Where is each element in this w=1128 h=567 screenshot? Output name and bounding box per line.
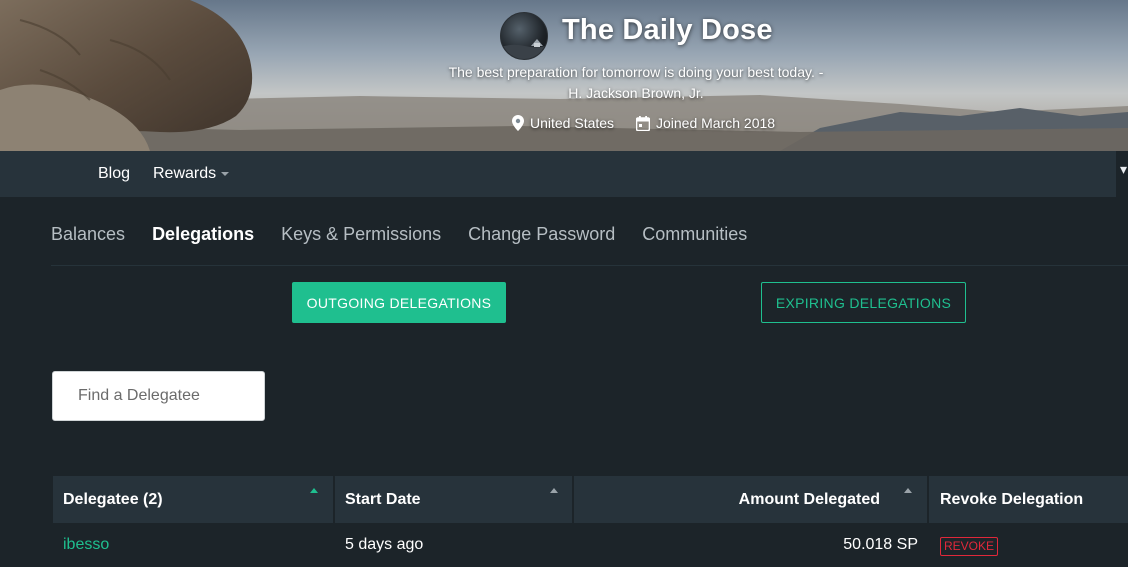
delegatee-link[interactable]: ibesso xyxy=(63,536,109,554)
about-line-2: H. Jackson Brown, Jr. xyxy=(568,85,704,101)
profile-location: United States xyxy=(512,114,614,132)
sort-ascending-icon xyxy=(310,488,318,493)
tab-balances[interactable]: Balances xyxy=(51,224,125,248)
column-header-amount[interactable]: Amount Delegated xyxy=(574,476,927,523)
wallet-subtabs: Balances Delegations Keys & Permissions … xyxy=(51,224,774,248)
column-label-revoke: Revoke Delegation xyxy=(940,490,1084,508)
nav-rewards-label: Rewards xyxy=(153,165,217,182)
profile-about: The best preparation for tomorrow is doi… xyxy=(420,62,852,104)
avatar[interactable] xyxy=(500,12,548,60)
tab-change-password[interactable]: Change Password xyxy=(468,224,615,248)
sort-icon xyxy=(550,488,558,493)
nav-rewards-dropdown[interactable]: Rewards xyxy=(153,165,230,183)
about-line-1: The best preparation for tomorrow is doi… xyxy=(448,64,824,80)
table-row: ibesso 5 days ago 50.018 SP REVOKE xyxy=(53,527,1128,567)
delegations-table-header: Delegatee (2) Start Date Amount Delegate… xyxy=(53,476,1128,523)
dropdown-arrow-icon[interactable]: ▾ xyxy=(1120,161,1127,178)
profile-joined: Joined March 2018 xyxy=(636,114,775,132)
sort-icon xyxy=(904,488,912,493)
column-label-start-date: Start Date xyxy=(345,490,421,508)
column-header-start-date[interactable]: Start Date xyxy=(335,476,572,523)
profile-header: The Daily Dose The best preparation for … xyxy=(0,0,1128,151)
joined-text: Joined March 2018 xyxy=(656,115,776,131)
avatar-image xyxy=(501,39,547,59)
column-label-amount: Amount Delegated xyxy=(738,490,880,508)
tab-communities[interactable]: Communities xyxy=(642,224,747,248)
amount-cell: 50.018 SP xyxy=(843,536,918,553)
location-pin-icon xyxy=(512,115,524,131)
column-label-delegatee: Delegatee (2) xyxy=(63,490,163,508)
nav-overflow-edge: ▾ xyxy=(1116,151,1128,197)
revoke-button[interactable]: REVOKE xyxy=(940,537,999,556)
column-header-revoke: Revoke Delegation xyxy=(929,476,1128,523)
tab-keys-permissions[interactable]: Keys & Permissions xyxy=(281,224,441,248)
outgoing-delegations-button[interactable]: OUTGOING DELEGATIONS xyxy=(292,282,506,323)
tabs-divider xyxy=(51,265,1128,266)
page-title: The Daily Dose xyxy=(562,14,773,46)
calendar-icon xyxy=(636,115,650,131)
delegatee-search-input[interactable] xyxy=(52,371,265,421)
expiring-delegations-button[interactable]: EXPIRING DELEGATIONS xyxy=(761,282,966,323)
tab-delegations[interactable]: Delegations xyxy=(152,224,254,248)
location-text: United States xyxy=(530,115,615,131)
column-header-delegatee[interactable]: Delegatee (2) xyxy=(53,476,333,523)
user-nav-bar: Blog Rewards ▾ xyxy=(0,151,1128,197)
start-date-cell: 5 days ago xyxy=(345,536,424,553)
cover-image: The Daily Dose The best preparation for … xyxy=(0,0,1128,151)
nav-blog-link[interactable]: Blog xyxy=(98,165,130,183)
chevron-down-icon xyxy=(221,171,230,176)
